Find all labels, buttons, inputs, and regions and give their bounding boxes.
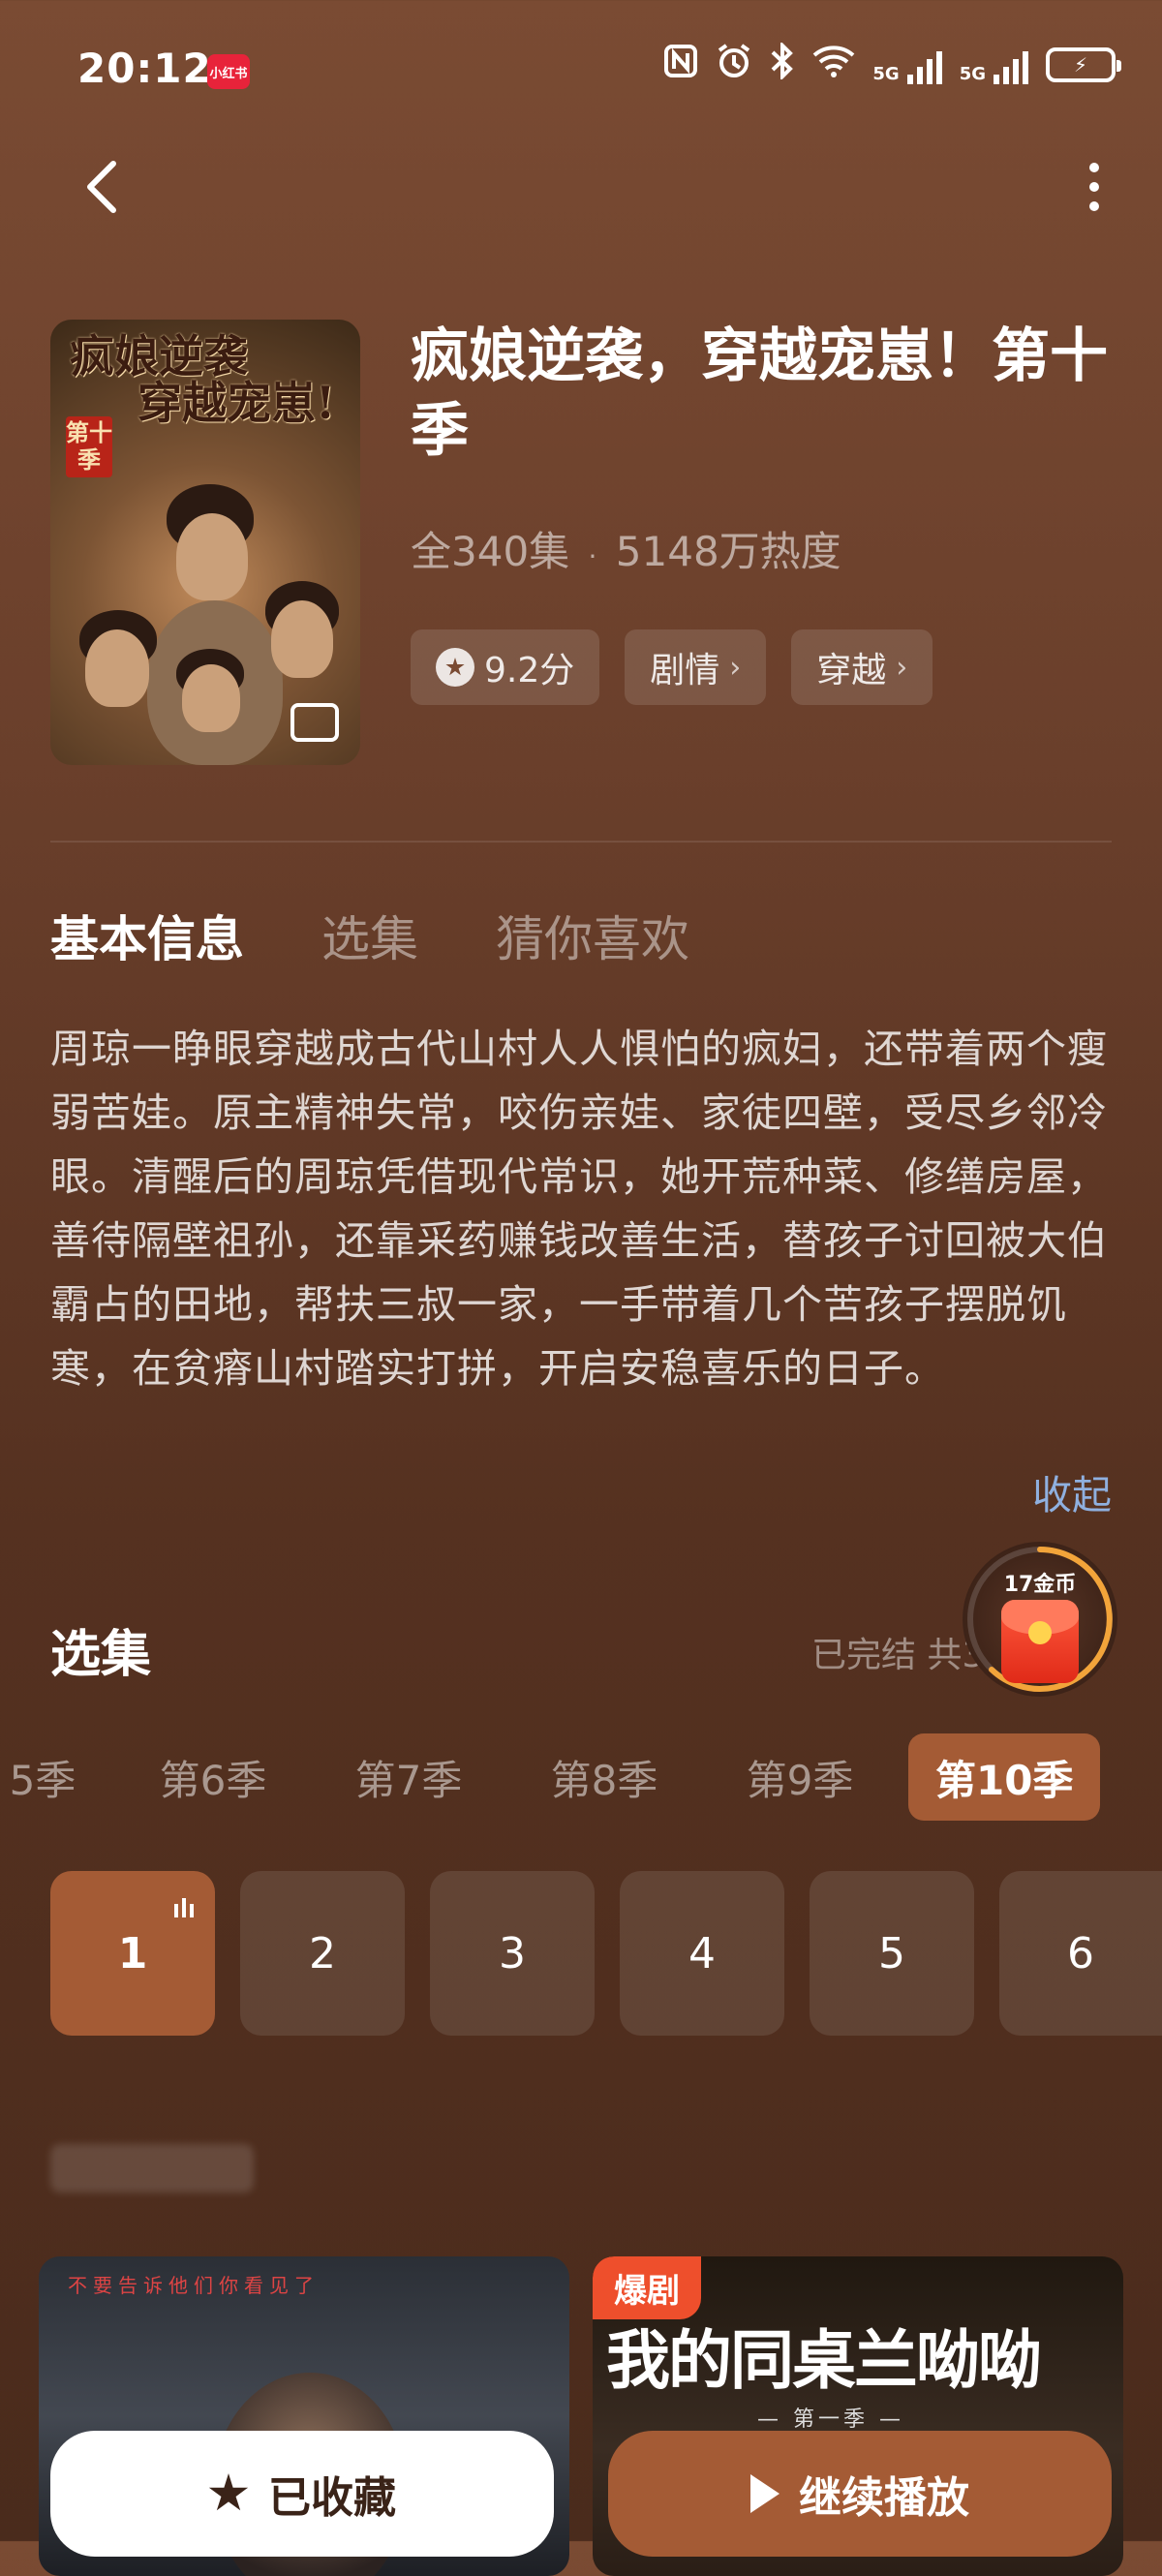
tab-recommend[interactable]: 猜你喜欢	[496, 901, 689, 970]
image-gallery-icon	[290, 703, 339, 742]
recommend-card-tagline: 不要告诉他们你看见了	[68, 2274, 320, 2297]
season-item[interactable]: 第6季	[145, 1733, 281, 1821]
status-icons: 5G 5G ⚡	[663, 41, 1121, 87]
coin-reward-widget[interactable]: 17金币	[963, 1542, 1117, 1697]
star-icon	[208, 2473, 249, 2511]
app-notification-icon: 小红书	[207, 54, 250, 89]
continue-play-button[interactable]: 继续播放	[608, 2431, 1112, 2557]
drama-title: 疯娘逆袭，穿越宠崽！第十季	[411, 322, 1108, 465]
chevron-right-icon: ›	[896, 650, 908, 685]
status-time: 20:12	[77, 45, 212, 92]
season-item[interactable]: 第9季	[732, 1733, 868, 1821]
episodes-section-title: 选集	[50, 1626, 152, 1684]
drama-chips: 9.2分 剧情 › 穿越 ›	[411, 629, 933, 705]
recommend-title-blurred	[50, 2144, 254, 2193]
cover-season-tag: 第十季	[66, 416, 112, 478]
drama-description: 周琼一睁眼穿越成古代山村人人惧怕的疯妇，还带着两个瘦弱苦娃。原主精神失常，咬伤亲…	[50, 1026, 1108, 1392]
tab-episodes[interactable]: 选集	[321, 901, 418, 970]
rating-star-icon	[436, 648, 474, 687]
tag-chip-timetravel[interactable]: 穿越 ›	[791, 629, 933, 705]
drama-cover[interactable]: 疯娘逆袭 穿越宠崽! 第十季	[50, 320, 360, 765]
recommend-card-subtitle: — 第一季 —	[757, 2407, 905, 2432]
divider	[50, 841, 1112, 843]
more-options-button[interactable]	[1065, 153, 1123, 221]
chevron-right-icon: ›	[729, 650, 742, 685]
back-button[interactable]	[68, 153, 136, 221]
red-envelope-icon	[1001, 1600, 1079, 1683]
episode-button[interactable]: 5	[810, 1871, 974, 2036]
favorite-button[interactable]: 已收藏	[50, 2431, 554, 2557]
season-item[interactable]: 第7季	[341, 1733, 476, 1821]
episode-button[interactable]: 6	[999, 1871, 1162, 2036]
episodes-status[interactable]: 已完结 共3	[811, 1627, 984, 1677]
meta-separator: ·	[588, 540, 597, 572]
collapse-link[interactable]: 收起	[1032, 1462, 1112, 1520]
signal-icon-2: 5G	[960, 46, 1028, 84]
status-bar: 20:12 小红书 5G 5G ⚡	[0, 0, 1162, 145]
coin-label: 17金币	[1003, 1573, 1077, 1597]
rating-chip[interactable]: 9.2分	[411, 629, 600, 705]
episode-button[interactable]: 2	[240, 1871, 405, 2036]
bluetooth-icon	[770, 41, 795, 87]
wifi-icon	[812, 44, 855, 86]
season-item-active[interactable]: 第10季	[908, 1733, 1101, 1821]
popularity: 5148万热度	[615, 528, 841, 575]
more-dot-icon	[1089, 163, 1099, 172]
signal-icon-1: 5G	[872, 46, 942, 84]
detail-tabs: 基本信息 选集 猜你喜欢	[50, 901, 689, 970]
episode-button[interactable]: 1	[50, 1871, 215, 2036]
season-selector: 5季 第6季 第7季 第8季 第9季 第10季	[0, 1733, 1162, 1821]
playing-indicator-icon	[174, 1898, 194, 1917]
season-item[interactable]: 第8季	[536, 1733, 672, 1821]
cover-title: 疯娘逆袭 穿越宠崽!	[70, 330, 336, 430]
chevron-left-icon	[87, 161, 116, 213]
tab-basic-info[interactable]: 基本信息	[50, 901, 244, 970]
tag-chip-drama[interactable]: 剧情 ›	[625, 629, 767, 705]
battery-icon: ⚡	[1046, 47, 1121, 82]
episode-button[interactable]: 3	[430, 1871, 595, 2036]
drama-meta: 全340集 · 5148万热度	[411, 519, 841, 578]
season-item[interactable]: 5季	[0, 1733, 91, 1821]
nfc-icon	[663, 44, 698, 86]
play-icon	[750, 2474, 780, 2513]
episode-button[interactable]: 4	[620, 1871, 784, 2036]
recommend-card-title: 我的同桌兰呦呦	[606, 2322, 1042, 2398]
alarm-icon	[716, 43, 752, 87]
episode-count: 全340集	[411, 528, 570, 575]
